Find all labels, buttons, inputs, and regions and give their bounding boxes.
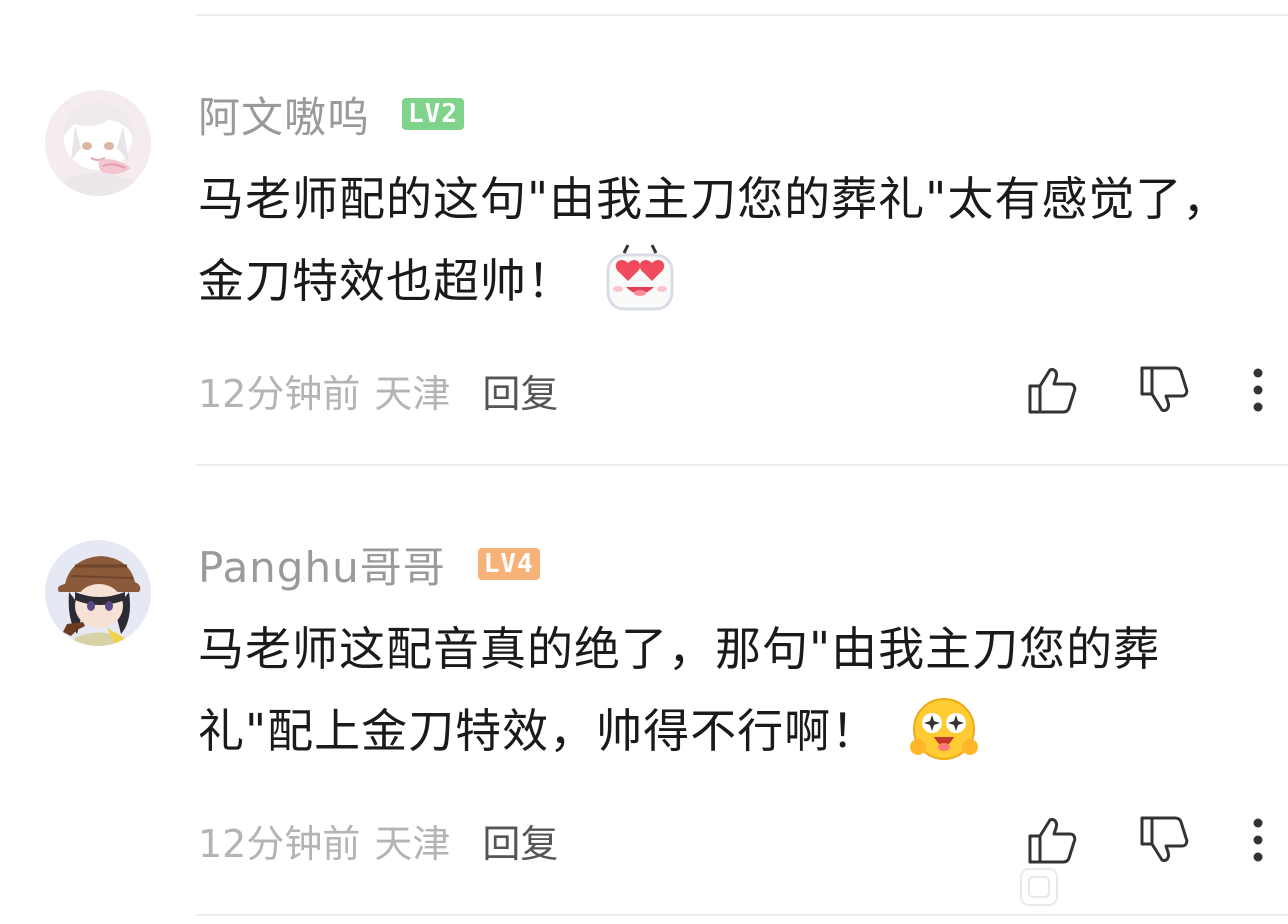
username[interactable]: 阿文嗷呜: [198, 84, 370, 145]
dislike-button[interactable]: [1136, 362, 1192, 418]
starry-eyes-emoji-icon: [908, 693, 980, 765]
comment-content: 马老师配的这句"由我主刀您的葬礼"太有感觉了，金刀特效也超帅！: [198, 158, 1258, 322]
reply-button[interactable]: 回复: [482, 363, 558, 418]
heart-eyes-emoji-icon: [604, 243, 676, 315]
comment-actions: [1024, 360, 1268, 420]
bottom-divider: [196, 914, 1288, 916]
comment-divider: [196, 464, 1288, 466]
more-options-button[interactable]: [1248, 362, 1268, 418]
level-badge: LV2: [402, 98, 464, 130]
comment-location: 天津: [374, 371, 451, 416]
more-vertical-icon: [1253, 368, 1263, 412]
username[interactable]: Panghu哥哥: [198, 534, 446, 595]
thumbs-up-icon: [1028, 368, 1077, 414]
top-divider: [196, 14, 1288, 16]
comment-meta: 12分钟前 天津 回复: [198, 810, 1288, 870]
thumbs-up-icon: [1028, 818, 1077, 864]
comment-meta: 12分钟前 天津 回复: [198, 360, 1288, 420]
comment-location: 天津: [374, 821, 451, 866]
like-button[interactable]: [1024, 362, 1080, 418]
dislike-button[interactable]: [1136, 812, 1192, 868]
like-button[interactable]: [1024, 812, 1080, 868]
comment-actions: [1024, 810, 1268, 870]
more-vertical-icon: [1253, 818, 1263, 862]
comment-text: 马老师这配音真的绝了，那句"由我主刀您的葬礼"配上金刀特效，帅得不行啊！: [198, 622, 1161, 758]
comment-time: 12分钟前: [198, 371, 361, 416]
thumbs-down-icon: [1140, 366, 1189, 412]
reply-button[interactable]: 回复: [482, 813, 558, 868]
comment-time: 12分钟前: [198, 821, 361, 866]
watermark-icon: [1018, 866, 1060, 908]
anime-avatar-detective-pipe-icon: [45, 540, 151, 646]
avatar[interactable]: [45, 540, 151, 646]
comment-content: 马老师这配音真的绝了，那句"由我主刀您的葬礼"配上金刀特效，帅得不行啊！: [198, 608, 1258, 772]
username-row: Panghu哥哥 LV4: [198, 536, 540, 592]
level-badge: LV4: [477, 548, 540, 580]
thumbs-down-icon: [1140, 816, 1189, 862]
more-options-button[interactable]: [1248, 812, 1268, 868]
anime-avatar-white-hair-icon: [45, 90, 151, 196]
username-row: 阿文嗷呜 LV2: [198, 86, 464, 142]
comment-text: 马老师配的这句"由我主刀您的葬礼"太有感觉了，金刀特效也超帅！: [198, 172, 1230, 308]
avatar[interactable]: [45, 90, 151, 196]
